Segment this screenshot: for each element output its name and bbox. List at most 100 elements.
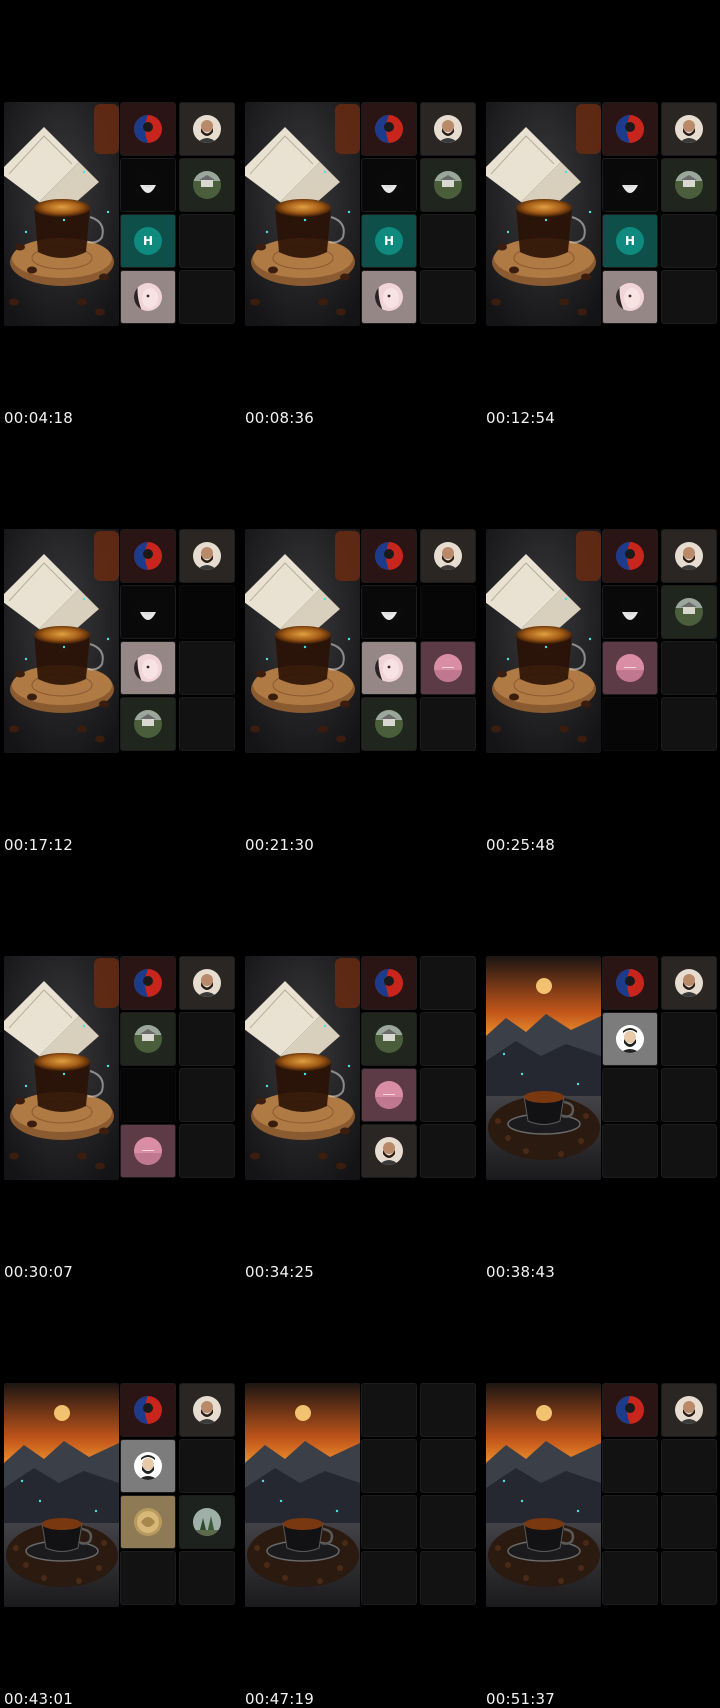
participant-grid: H <box>361 102 478 326</box>
empty-tile <box>420 1124 476 1178</box>
empty-tile <box>420 697 476 751</box>
dark-figure-avatar <box>375 598 403 626</box>
red-blue-avatar <box>616 1396 644 1424</box>
participant-tile <box>120 158 176 212</box>
pink-face-avatar <box>134 654 162 682</box>
empty-tile <box>120 1551 176 1605</box>
empty-tile <box>661 214 717 268</box>
video-frame: H <box>482 102 718 326</box>
empty-tile <box>602 1068 658 1122</box>
landscape-avatar <box>134 1025 162 1053</box>
bearded-man-avatar <box>675 115 703 143</box>
landscape-avatar <box>675 598 703 626</box>
red-blue-avatar <box>616 969 644 997</box>
cartoon-beard-avatar <box>616 1025 644 1053</box>
participant-tile: H <box>120 214 176 268</box>
participant-tile <box>179 1495 235 1549</box>
landscape-avatar <box>193 171 221 199</box>
video-frame <box>241 956 477 1180</box>
frame-timestamp: 00:38:43 <box>486 1263 555 1281</box>
participant-tile <box>120 1124 176 1178</box>
participant-tile <box>420 529 476 583</box>
red-blue-avatar <box>616 115 644 143</box>
pink-sunset-avatar <box>616 654 644 682</box>
coffee-sunset-image <box>245 1383 360 1607</box>
empty-tile <box>179 697 235 751</box>
coffee-book-image <box>4 956 119 1180</box>
video-frame <box>0 956 236 1180</box>
empty-tile <box>179 641 235 695</box>
empty-tile <box>179 1124 235 1178</box>
empty-tile <box>420 1012 476 1066</box>
dark-figure-avatar <box>616 598 644 626</box>
empty-tile <box>661 1068 717 1122</box>
empty-tile <box>179 1068 235 1122</box>
red-blue-avatar <box>375 969 403 997</box>
participant-tile <box>361 270 417 324</box>
landscape-avatar <box>434 171 462 199</box>
coffee-sunset-image <box>486 1383 601 1607</box>
dark-figure-avatar <box>375 171 403 199</box>
participant-tile: H <box>361 214 417 268</box>
participant-tile <box>361 529 417 583</box>
empty-tile <box>420 585 476 639</box>
participant-tile <box>120 1439 176 1493</box>
participant-grid <box>361 1383 478 1607</box>
frame-timestamp: 00:51:37 <box>486 1690 555 1708</box>
empty-tile <box>420 1383 476 1437</box>
video-frame: H <box>0 102 236 326</box>
bearded-man-avatar <box>193 115 221 143</box>
frame-timestamp: 00:30:07 <box>4 1263 73 1281</box>
red-blue-avatar <box>375 115 403 143</box>
bearded-man-avatar <box>434 115 462 143</box>
participant-tile <box>420 641 476 695</box>
coffee-book-image <box>245 956 360 1180</box>
participant-tile <box>420 102 476 156</box>
participant-tile <box>361 697 417 751</box>
landscape-avatar <box>375 710 403 738</box>
participant-tile <box>361 102 417 156</box>
frame-timestamp: 00:12:54 <box>486 409 555 427</box>
empty-tile <box>420 1068 476 1122</box>
participant-tile <box>602 102 658 156</box>
bearded-man-avatar <box>193 1396 221 1424</box>
empty-tile <box>179 1012 235 1066</box>
red-blue-avatar <box>134 969 162 997</box>
video-frame <box>482 956 718 1180</box>
participant-tile <box>120 1012 176 1066</box>
coffee-sunset-image <box>4 1383 119 1607</box>
participant-tile <box>120 641 176 695</box>
empty-tile <box>361 1551 417 1605</box>
participant-tile <box>661 158 717 212</box>
empty-tile <box>602 1124 658 1178</box>
empty-tile <box>420 1439 476 1493</box>
participant-tile <box>120 102 176 156</box>
participant-tile <box>361 1012 417 1066</box>
avatar-letter: H <box>142 234 154 248</box>
empty-tile <box>179 585 235 639</box>
participant-tile <box>602 641 658 695</box>
participant-tile <box>120 1495 176 1549</box>
participant-grid <box>120 1383 237 1607</box>
frame-timestamp: 00:21:30 <box>245 836 314 854</box>
participant-tile <box>179 1383 235 1437</box>
participant-tile <box>361 641 417 695</box>
participant-grid: H <box>120 102 237 326</box>
participant-tile <box>602 529 658 583</box>
empty-tile <box>661 641 717 695</box>
forest-avatar <box>193 1508 221 1536</box>
participant-tile <box>120 529 176 583</box>
coffee-sunset-image <box>486 956 601 1180</box>
frame-timestamp: 00:34:25 <box>245 1263 314 1281</box>
bearded-man-avatar <box>675 969 703 997</box>
empty-tile <box>661 697 717 751</box>
bearded-man-avatar <box>193 542 221 570</box>
participant-tile <box>661 956 717 1010</box>
landscape-avatar <box>375 1025 403 1053</box>
participant-tile <box>602 1012 658 1066</box>
participant-tile <box>120 585 176 639</box>
bearded-man-avatar <box>675 1396 703 1424</box>
video-frame <box>482 529 718 753</box>
participant-tile <box>120 1383 176 1437</box>
empty-tile <box>661 270 717 324</box>
